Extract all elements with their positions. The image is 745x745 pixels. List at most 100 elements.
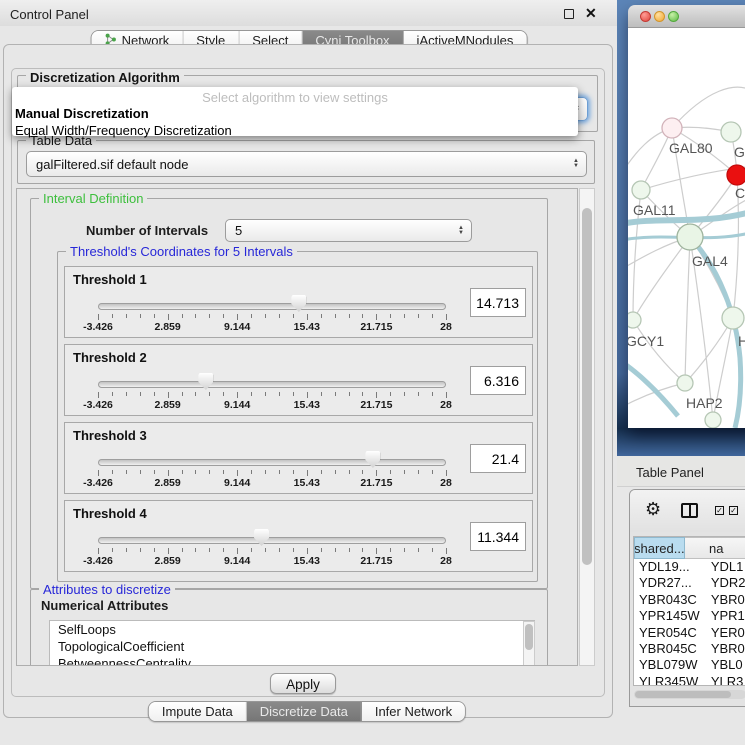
bottom-tab-infer-network[interactable]: Infer Network xyxy=(362,702,465,721)
network-node-h[interactable] xyxy=(722,307,744,329)
num-intervals-combobox[interactable]: 5 ▲▼ xyxy=(225,219,472,242)
tick-mark xyxy=(98,392,99,398)
mac-zoom-icon[interactable] xyxy=(668,11,679,22)
apply-button[interactable]: Apply xyxy=(270,673,336,694)
slider-tick-labels: -3.4262.8599.14415.4321.71528 xyxy=(98,477,446,489)
tick-mark xyxy=(279,470,280,474)
slider-tick-labels: -3.4262.8599.14415.4321.71528 xyxy=(98,321,446,333)
algorithm-option-equal-width[interactable]: Equal Width/Frequency Discretization xyxy=(12,122,578,139)
attributes-scrollbar-thumb[interactable] xyxy=(525,624,533,650)
float-window-icon[interactable] xyxy=(564,9,574,19)
network-node-ga[interactable] xyxy=(721,122,741,142)
algorithm-hint: Select algorithm to view settings xyxy=(12,87,578,105)
network-node-gal80[interactable] xyxy=(662,118,682,138)
threshold-value-field[interactable]: 6.316 xyxy=(470,366,526,395)
tick-mark xyxy=(376,392,377,398)
tick-mark xyxy=(446,470,447,476)
threshold-slider-track[interactable] xyxy=(98,459,446,466)
tick-mark xyxy=(376,314,377,320)
tick-mark xyxy=(349,314,350,318)
table-row[interactable]: YBR043CYBR0 xyxy=(634,592,745,608)
tick-mark xyxy=(140,314,141,318)
tick-label: 21.715 xyxy=(360,321,392,333)
network-node-gal11[interactable] xyxy=(632,181,650,199)
table-rows: YDL19...YDL1YDR27...YDR2YBR043CYBR0YPR14… xyxy=(634,559,745,686)
network-view-window[interactable]: GAL80GACGAL11GAL4GCY1HHAP2 xyxy=(628,5,745,428)
table-hscrollbar[interactable] xyxy=(634,690,745,699)
checkbox-icon[interactable]: ✓ xyxy=(729,506,738,515)
threshold-slider-track[interactable] xyxy=(98,381,446,388)
table-row[interactable]: YDL19...YDL1 xyxy=(634,559,745,575)
mac-close-icon[interactable] xyxy=(640,11,651,22)
mac-minimize-icon[interactable] xyxy=(654,11,665,22)
numerical-attributes-list[interactable]: SelfLoopsTopologicalCoefficientBetweenne… xyxy=(49,620,535,666)
close-icon[interactable]: ✕ xyxy=(585,5,597,22)
tick-mark xyxy=(182,392,183,396)
cell-name: YBR0 xyxy=(705,592,745,608)
table-row[interactable]: YPR145WYPR1 xyxy=(634,608,745,624)
table-row[interactable]: YBR045CYBR0 xyxy=(634,641,745,657)
table-row[interactable]: YER054CYER0 xyxy=(634,625,745,641)
bottom-tab-impute-data[interactable]: Impute Data xyxy=(149,702,247,721)
table-panel-window: ⚙ ✓ ✓ shared... na YDL19...YDL1YDR27...Y… xyxy=(629,489,745,707)
table-row[interactable]: YDR27...YDR2 xyxy=(634,575,745,591)
tick-label: 9.144 xyxy=(224,399,250,411)
tick-mark xyxy=(362,314,363,318)
bottom-tab-label: Discretize Data xyxy=(260,704,348,719)
node-label: GAL11 xyxy=(633,202,676,218)
network-node-c[interactable] xyxy=(727,165,745,185)
tick-mark xyxy=(223,314,224,318)
threshold-slider-track[interactable] xyxy=(98,303,446,310)
tick-mark xyxy=(293,548,294,552)
table-row[interactable]: YLR345WYLR3 xyxy=(634,674,745,686)
gear-icon[interactable]: ⚙ xyxy=(645,499,661,520)
attribute-list-item[interactable]: BetweennessCentrality xyxy=(50,655,534,666)
checkbox-icon[interactable]: ✓ xyxy=(715,506,724,515)
attributes-scrollbar[interactable] xyxy=(523,621,535,666)
threshold-panel: Threshold 4-3.4262.8599.14415.4321.71528… xyxy=(64,500,533,572)
network-node-gcy1[interactable] xyxy=(628,312,641,328)
tick-mark xyxy=(265,314,266,318)
attribute-list-item[interactable]: SelfLoops xyxy=(50,621,534,638)
tick-mark xyxy=(390,548,391,552)
column-header-name[interactable]: na xyxy=(685,537,745,559)
table-hscrollbar-thumb[interactable] xyxy=(635,691,731,698)
network-window-titlebar[interactable] xyxy=(628,5,745,28)
cell-shared-name: YER054C xyxy=(634,625,705,641)
network-node-gal4[interactable] xyxy=(677,224,703,250)
viewport-scrollbar[interactable] xyxy=(579,188,595,666)
cell-shared-name: YPR145W xyxy=(634,608,705,624)
num-intervals-label: Number of Intervals xyxy=(86,223,208,238)
attribute-list-item[interactable]: TopologicalCoefficient xyxy=(50,638,534,655)
network-node[interactable] xyxy=(705,412,721,428)
split-columns-icon[interactable] xyxy=(681,503,698,518)
threshold-panel: Threshold 3-3.4262.8599.14415.4321.71528… xyxy=(64,422,533,494)
table-row[interactable]: YBL079WYBL0 xyxy=(634,657,745,673)
column-header-shared-name[interactable]: shared... xyxy=(634,537,685,559)
algorithm-option-manual[interactable]: Manual Discretization xyxy=(12,105,578,122)
tick-mark xyxy=(279,548,280,552)
network-node-hap2[interactable] xyxy=(677,375,693,391)
algorithm-dropdown-popup: Select algorithm to view settings Manual… xyxy=(12,87,578,136)
tick-mark xyxy=(362,470,363,474)
bottom-tab-discretize-data[interactable]: Discretize Data xyxy=(247,702,362,721)
threshold-value-field[interactable]: 14.713 xyxy=(470,288,526,317)
tick-label: 28 xyxy=(440,321,452,333)
tick-mark xyxy=(98,314,99,320)
threshold-slider-track[interactable] xyxy=(98,537,446,544)
tick-mark xyxy=(154,314,155,318)
cell-name: YPR1 xyxy=(705,608,745,624)
table-data-combobox[interactable]: galFiltered.sif default node ▲▼ xyxy=(26,151,587,177)
tick-label: 15.43 xyxy=(294,321,320,333)
control-panel-title: Control Panel xyxy=(10,7,89,22)
threshold-value-field[interactable]: 21.4 xyxy=(470,444,526,473)
network-canvas[interactable]: GAL80GACGAL11GAL4GCY1HHAP2 xyxy=(628,28,745,428)
viewport-scrollbar-thumb[interactable] xyxy=(582,208,592,565)
tick-mark xyxy=(237,392,238,398)
interval-definition-group: Interval Definition Number of Intervals … xyxy=(30,198,548,589)
threshold-label: Threshold 2 xyxy=(73,350,147,365)
tick-mark xyxy=(265,548,266,552)
tick-mark xyxy=(432,392,433,396)
threshold-value-field[interactable]: 11.344 xyxy=(470,522,526,551)
cell-name: YBL0 xyxy=(705,657,745,673)
